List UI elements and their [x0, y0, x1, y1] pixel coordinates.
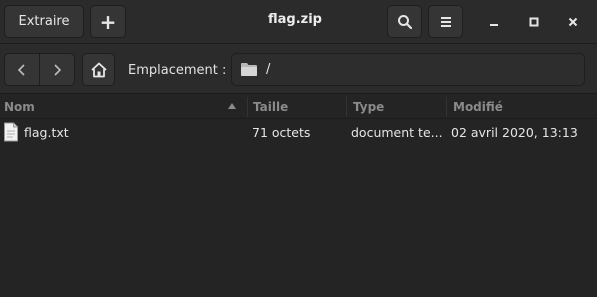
- location-bar: Emplacement : /: [0, 44, 597, 94]
- column-header-size[interactable]: Taille: [249, 95, 345, 119]
- file-name: flag.txt: [24, 124, 69, 140]
- column-header-type[interactable]: Type: [349, 95, 445, 119]
- maximize-button[interactable]: [524, 12, 544, 32]
- navigation-buttons: [4, 53, 75, 86]
- file-size: 71 octets: [252, 124, 311, 140]
- file-modified: 02 avril 2020, 13:13: [451, 124, 578, 140]
- chevron-right-icon: [54, 63, 61, 76]
- hamburger-icon: [440, 16, 451, 27]
- folder-icon: [241, 63, 257, 76]
- close-button[interactable]: [563, 12, 583, 32]
- extract-button-label: Extraire: [18, 14, 70, 29]
- menu-button[interactable]: [428, 5, 463, 38]
- window-title: flag.zip: [268, 12, 322, 27]
- column-header-size-label: Taille: [253, 100, 289, 114]
- column-separator: [247, 97, 248, 117]
- column-separator: [446, 97, 447, 117]
- text-file-icon: [4, 122, 18, 142]
- minimize-icon: [490, 24, 498, 26]
- minimize-button[interactable]: [484, 12, 504, 32]
- location-path: /: [266, 62, 271, 77]
- home-icon: [91, 62, 106, 77]
- forward-button[interactable]: [39, 53, 75, 86]
- file-type: document te...: [351, 124, 443, 140]
- column-header-name-label: Nom: [4, 100, 35, 114]
- column-header-modified-label: Modifié: [453, 100, 503, 114]
- column-header-type-label: Type: [353, 100, 385, 114]
- close-icon: [568, 17, 578, 27]
- header-bar: Extraire + flag.zip: [0, 0, 597, 44]
- chevron-left-icon: [17, 63, 25, 76]
- home-button[interactable]: [82, 53, 115, 86]
- add-icon: +: [99, 9, 117, 34]
- file-row[interactable]: flag.txt 71 octets document te... 02 avr…: [0, 120, 597, 144]
- location-label: Emplacement :: [128, 63, 227, 78]
- column-header-name[interactable]: Nom: [0, 95, 246, 119]
- location-field[interactable]: /: [231, 53, 585, 86]
- file-name-cell: flag.txt: [0, 120, 246, 144]
- maximize-icon: [529, 17, 539, 27]
- column-header-modified[interactable]: Modifié: [449, 95, 597, 119]
- column-headers: Nom Taille Type Modifié: [0, 95, 597, 119]
- search-button[interactable]: [387, 5, 422, 38]
- search-icon: [397, 14, 412, 29]
- back-button[interactable]: [4, 53, 40, 86]
- extract-button[interactable]: Extraire: [4, 5, 84, 38]
- column-separator: [346, 97, 347, 117]
- sort-ascending-icon: [228, 103, 236, 109]
- add-button[interactable]: +: [90, 5, 126, 38]
